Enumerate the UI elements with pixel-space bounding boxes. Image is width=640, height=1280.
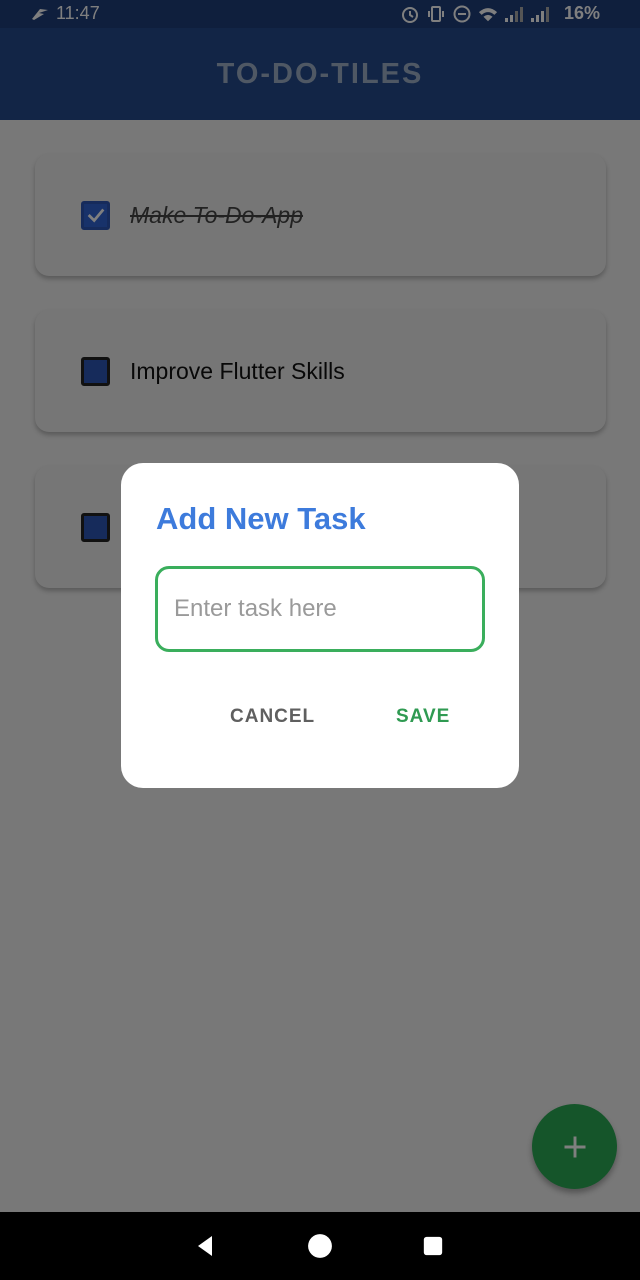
nav-recents-button[interactable] <box>403 1212 463 1280</box>
save-button[interactable]: SAVE <box>396 706 450 728</box>
home-circle-icon <box>308 1234 332 1258</box>
cancel-button[interactable]: CANCEL <box>230 706 315 728</box>
nav-back-button[interactable] <box>176 1212 236 1280</box>
add-task-dialog: Add New Task CANCEL SAVE <box>121 463 519 788</box>
navigation-bar <box>0 1212 640 1280</box>
task-input[interactable] <box>155 566 485 652</box>
dialog-title: Add New Task <box>156 501 366 536</box>
recents-square-icon <box>423 1236 443 1256</box>
nav-home-button[interactable] <box>290 1212 350 1280</box>
back-triangle-icon <box>198 1236 212 1256</box>
